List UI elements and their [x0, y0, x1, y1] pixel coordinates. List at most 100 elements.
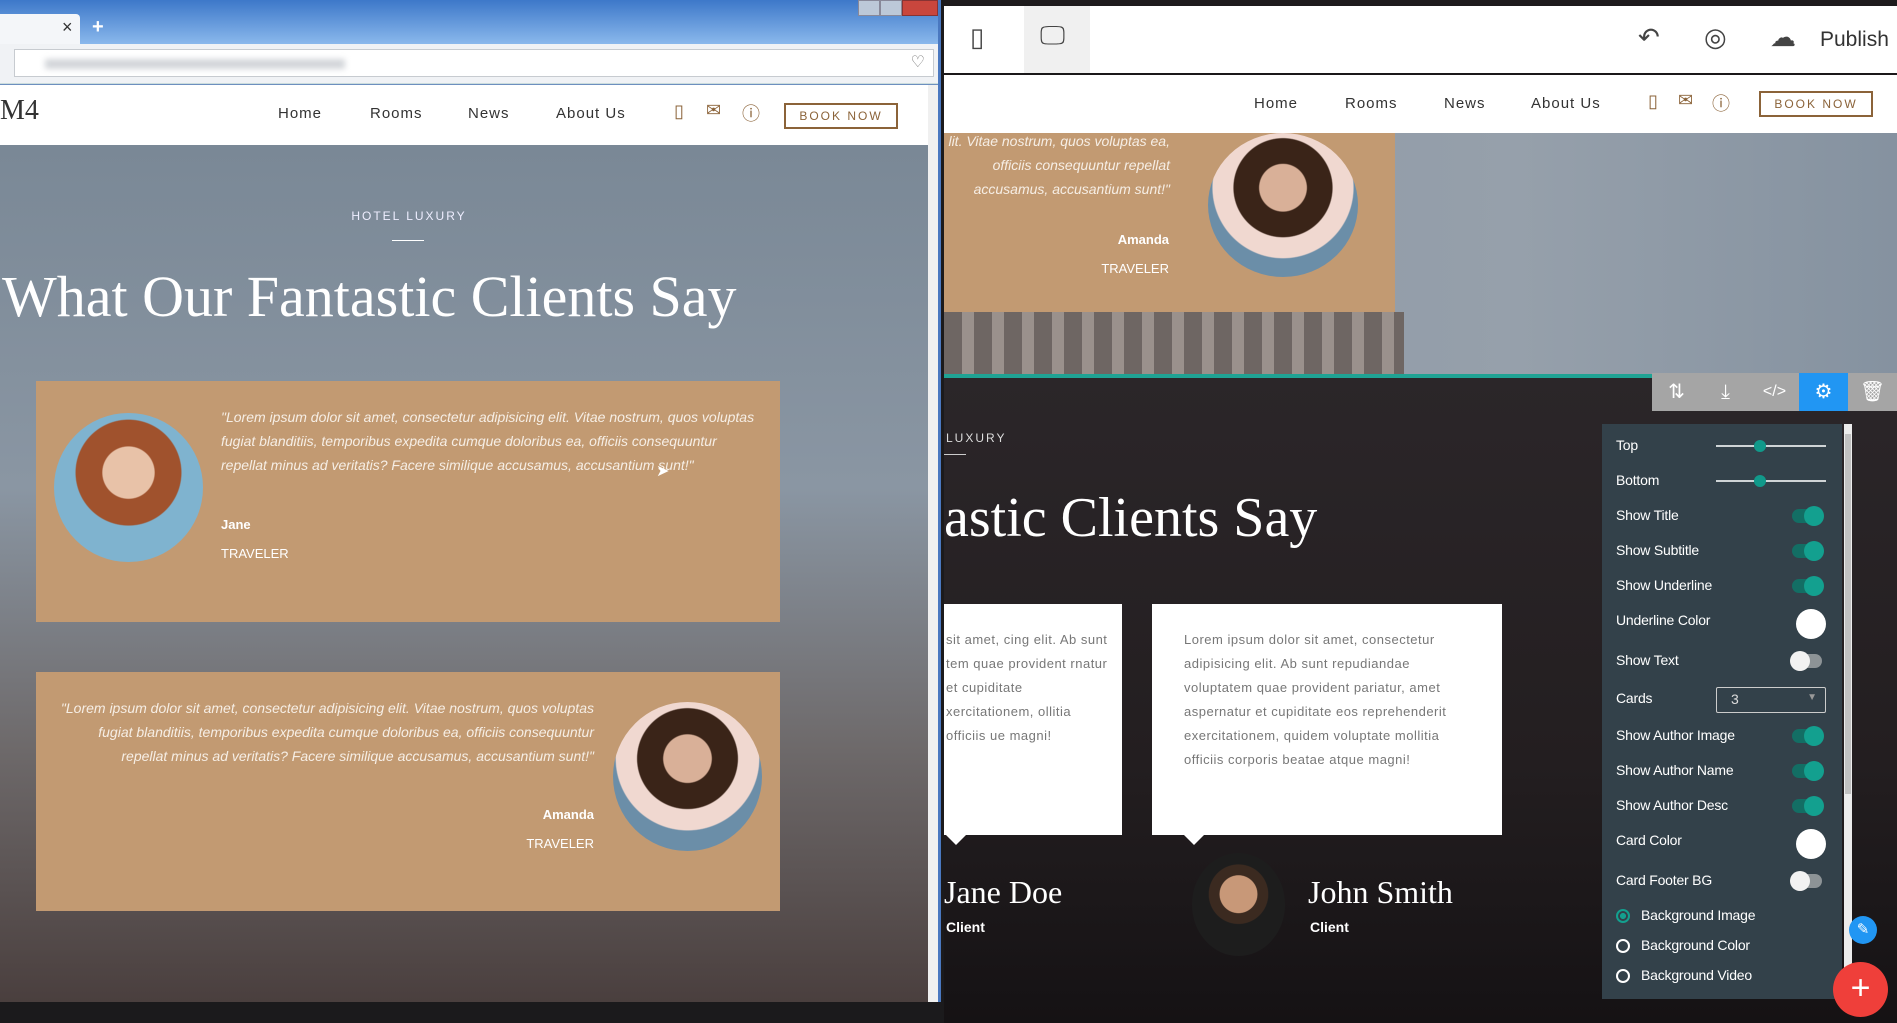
- card-footer-label: Card Footer BG: [1616, 872, 1713, 888]
- section-subtitle: LUXURY: [946, 431, 1007, 445]
- card-footer-toggle[interactable]: [1790, 871, 1822, 891]
- client-name: John Smith: [1308, 874, 1453, 910]
- panel-scroll-thumb[interactable]: [1845, 434, 1851, 794]
- radio-selected-icon[interactable]: [1616, 909, 1630, 923]
- address-bar: ♡: [0, 44, 938, 84]
- bg-image-option[interactable]: Background Image: [1616, 904, 1826, 928]
- bottom-padding-row: Bottom: [1616, 469, 1826, 493]
- book-now-button[interactable]: BOOK NOW: [1759, 91, 1873, 117]
- building-image: [944, 312, 1404, 375]
- testimonial-card: Lorem ipsum dolor sit amet, consectetur …: [1152, 604, 1502, 845]
- gear-icon[interactable]: ⚙: [1799, 373, 1848, 411]
- show-title-label: Show Title: [1616, 507, 1679, 523]
- top-slider[interactable]: [1716, 440, 1826, 452]
- show-title-toggle[interactable]: [1792, 506, 1824, 526]
- bg-image-label: Background Image: [1641, 907, 1756, 923]
- nav-news[interactable]: News: [1444, 95, 1486, 112]
- testimonial-section: HOTEL LUXURY What Our Fantastic Clients …: [0, 145, 928, 1002]
- author-name: Amanda: [1117, 232, 1169, 247]
- show-author-image-toggle[interactable]: [1792, 726, 1824, 746]
- browser-tab[interactable]: ×: [0, 14, 80, 44]
- avatar: [1192, 853, 1285, 956]
- move-icon[interactable]: ⇅: [1652, 373, 1701, 411]
- nav-home[interactable]: Home: [278, 105, 322, 122]
- bg-video-option[interactable]: Background Video: [1616, 964, 1826, 988]
- desktop-view-button[interactable]: 🖵: [1024, 6, 1090, 73]
- section-selection-border: [944, 374, 1652, 378]
- nav-about[interactable]: About Us: [556, 105, 626, 122]
- nav-rooms[interactable]: Rooms: [370, 105, 423, 122]
- download-icon[interactable]: ⤓: [1701, 373, 1750, 411]
- cards-select[interactable]: 3 ▼: [1716, 687, 1826, 713]
- new-tab-button[interactable]: +: [92, 16, 104, 39]
- testimonial-quote: "Lorem ipsum dolor sit amet, consectetur…: [221, 409, 755, 473]
- code-icon[interactable]: </>: [1750, 373, 1799, 411]
- url-input[interactable]: ♡: [14, 49, 934, 77]
- show-underline-label: Show Underline: [1616, 577, 1713, 593]
- trash-icon[interactable]: 🗑: [1848, 373, 1897, 411]
- nav-home[interactable]: Home: [1254, 95, 1298, 112]
- client-role: Client: [1310, 919, 1349, 935]
- help-icon[interactable]: ⓘ: [1712, 90, 1730, 116]
- bg-color-option[interactable]: Background Color: [1616, 934, 1826, 958]
- testimonial-card: lit. Vitae nostrum, quos voluptas ea, of…: [944, 133, 1395, 312]
- section-subtitle: HOTEL LUXURY: [351, 209, 467, 223]
- avatar: [613, 702, 762, 851]
- maximize-button[interactable]: [880, 0, 902, 16]
- preview-eye-icon[interactable]: ◎: [1704, 22, 1727, 53]
- cards-value: 3: [1731, 691, 1739, 707]
- client-role: Client: [946, 919, 985, 935]
- avatar: [54, 413, 203, 562]
- nav-about[interactable]: About Us: [1531, 95, 1601, 112]
- help-icon[interactable]: ⓘ: [742, 100, 760, 126]
- nav-news[interactable]: News: [468, 105, 510, 122]
- scrollbar[interactable]: [928, 85, 938, 1002]
- cloud-upload-icon[interactable]: ☁: [1770, 22, 1796, 53]
- show-text-toggle[interactable]: [1790, 651, 1822, 671]
- testimonial-quote: lit. Vitae nostrum, quos voluptas ea, of…: [948, 133, 1170, 197]
- blurred-url: [45, 59, 345, 69]
- underline-color-swatch[interactable]: [1796, 609, 1826, 639]
- site-nav: M4 Home Rooms News About Us ▯ ✉ ⓘ BOOK N…: [0, 85, 928, 145]
- show-text-row: Show Text: [1616, 649, 1826, 673]
- window-controls: [858, 0, 938, 16]
- minimize-button[interactable]: [858, 0, 880, 16]
- undo-icon[interactable]: ↶: [1638, 22, 1660, 53]
- nav-rooms[interactable]: Rooms: [1345, 95, 1398, 112]
- tab-close-icon[interactable]: ×: [62, 17, 73, 38]
- underline-color-label: Underline Color: [1616, 612, 1711, 628]
- book-now-button[interactable]: BOOK NOW: [784, 103, 898, 129]
- bottom-label: Bottom: [1616, 472, 1660, 488]
- tablet-icon[interactable]: ▯: [970, 22, 984, 53]
- show-underline-toggle[interactable]: [1792, 576, 1824, 596]
- top-label: Top: [1616, 437, 1638, 453]
- card-color-swatch[interactable]: [1796, 829, 1826, 859]
- card-color-label: Card Color: [1616, 832, 1682, 848]
- bottom-slider[interactable]: [1716, 475, 1826, 487]
- site-nav: Home Rooms News About Us ▯ ✉ ⓘ BOOK NOW: [944, 75, 1897, 133]
- phone-icon[interactable]: ▯: [1648, 91, 1658, 112]
- show-underline-row: Show Underline: [1616, 574, 1826, 598]
- testimonial-quote: "Lorem ipsum dolor sit amet, consectetur…: [60, 700, 594, 764]
- mail-icon[interactable]: ✉: [1678, 90, 1693, 111]
- mail-icon[interactable]: ✉: [706, 100, 721, 121]
- radio-icon[interactable]: [1616, 939, 1630, 953]
- testimonial-text: sit amet, cing elit. Ab sunt tem quae pr…: [946, 632, 1108, 743]
- show-author-name-toggle[interactable]: [1792, 761, 1824, 781]
- show-author-name-label: Show Author Name: [1616, 762, 1734, 778]
- bookmark-heart-icon[interactable]: ♡: [911, 52, 925, 72]
- publish-button[interactable]: Publish: [1820, 28, 1889, 52]
- section-title: astic Clients Say: [944, 487, 1318, 549]
- section-settings-panel: Top Bottom Show Title Show Subtitle Show…: [1602, 424, 1842, 999]
- author-name: Amanda: [542, 807, 594, 822]
- phone-icon[interactable]: ▯: [674, 101, 684, 122]
- close-button[interactable]: [902, 0, 938, 16]
- radio-icon[interactable]: [1616, 969, 1630, 983]
- show-author-desc-row: Show Author Desc: [1616, 794, 1826, 818]
- show-subtitle-toggle[interactable]: [1792, 541, 1824, 561]
- slider-knob[interactable]: [1754, 475, 1766, 487]
- edit-pen-icon[interactable]: ✎: [1849, 916, 1877, 944]
- add-block-button[interactable]: +: [1833, 962, 1888, 1017]
- show-author-desc-toggle[interactable]: [1792, 796, 1824, 816]
- slider-knob[interactable]: [1754, 440, 1766, 452]
